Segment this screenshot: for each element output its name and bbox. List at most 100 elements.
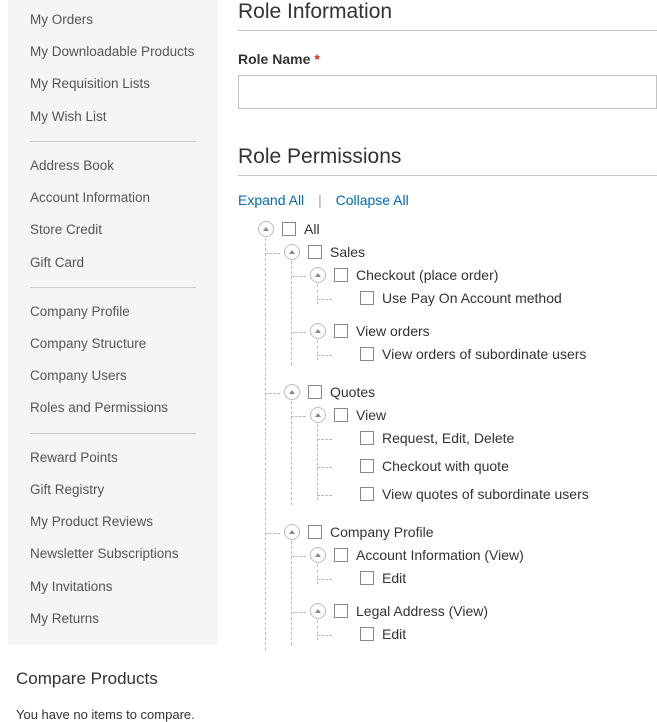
tree-node: Company Profile Account Information (View… bbox=[284, 518, 657, 658]
collapse-all-link[interactable]: Collapse All bbox=[336, 192, 409, 208]
compare-products-block: Compare Products You have no items to co… bbox=[8, 645, 218, 722]
sidebar-item[interactable]: My Requisition Lists bbox=[8, 68, 218, 100]
expand-toggle[interactable] bbox=[310, 603, 326, 619]
expand-toggle[interactable] bbox=[284, 524, 300, 540]
permission-checkbox[interactable] bbox=[360, 291, 374, 305]
permission-checkbox[interactable] bbox=[334, 408, 348, 422]
permission-label: View orders bbox=[356, 322, 430, 340]
sidebar-item[interactable]: Company Profile bbox=[8, 296, 218, 328]
tree-node-row: View orders of subordinate users bbox=[336, 345, 657, 363]
permission-checkbox[interactable] bbox=[308, 525, 322, 539]
permission-label: Checkout (place order) bbox=[356, 266, 498, 284]
permission-checkbox[interactable] bbox=[360, 571, 374, 585]
sidebar-item[interactable]: Reward Points bbox=[8, 442, 218, 474]
tree-children: Account Information (View)EditLegal Addr… bbox=[284, 541, 657, 653]
main-content: Role Information Role Name* Role Permiss… bbox=[218, 0, 657, 674]
tree-node-row: Quotes bbox=[284, 383, 657, 401]
tree-root-node: AllSalesCheckout (place order)Use Pay On… bbox=[258, 220, 657, 658]
sidebar-item[interactable]: Gift Registry bbox=[8, 474, 218, 506]
expand-all-link[interactable]: Expand All bbox=[238, 192, 304, 208]
tree-children: View Request, Edit, Delete Checkout with q… bbox=[284, 401, 657, 513]
tree-node: Request, Edit, Delete bbox=[336, 424, 657, 452]
tree-node: View orders View orders of subordinate us… bbox=[310, 317, 657, 373]
required-indicator: * bbox=[314, 51, 319, 67]
permission-label: Checkout with quote bbox=[382, 457, 509, 475]
expand-toggle[interactable] bbox=[310, 323, 326, 339]
tree-node: Edit bbox=[336, 620, 657, 648]
expand-toggle[interactable] bbox=[310, 547, 326, 563]
sidebar-item[interactable]: Roles and Permissions bbox=[8, 392, 218, 424]
expand-toggle[interactable] bbox=[310, 267, 326, 283]
tree-children: Checkout (place order) Use Pay On Account… bbox=[284, 261, 657, 373]
sidebar-item[interactable]: Gift Card bbox=[8, 247, 218, 279]
tree-node-row: Edit bbox=[336, 569, 657, 587]
sidebar-item[interactable]: Company Structure bbox=[8, 328, 218, 360]
permission-checkbox[interactable] bbox=[308, 385, 322, 399]
tree-node: Quotes View Request, Edit, Delete Checkout … bbox=[284, 378, 657, 518]
chevron-up-icon bbox=[315, 553, 321, 557]
expand-toggle[interactable] bbox=[284, 244, 300, 260]
permission-checkbox[interactable] bbox=[334, 324, 348, 338]
tree-children: View orders of subordinate users bbox=[310, 340, 657, 368]
chevron-up-icon bbox=[315, 413, 321, 417]
expand-toggle[interactable] bbox=[284, 384, 300, 400]
permission-checkbox[interactable] bbox=[334, 548, 348, 562]
role-permissions-heading: Role Permissions bbox=[238, 145, 657, 176]
toggle-spacer bbox=[336, 290, 352, 306]
chevron-up-icon bbox=[289, 250, 295, 254]
permission-checkbox[interactable] bbox=[334, 604, 348, 618]
tree-node-row: All bbox=[258, 220, 657, 238]
role-information-heading: Role Information bbox=[238, 0, 657, 31]
chevron-up-icon bbox=[315, 273, 321, 277]
tree-node: Checkout (place order) Use Pay On Account… bbox=[310, 261, 657, 317]
tree-children: Use Pay On Account method bbox=[310, 284, 657, 312]
sidebar-item[interactable]: My Orders bbox=[8, 4, 218, 36]
permission-checkbox[interactable] bbox=[308, 245, 322, 259]
permission-label: Edit bbox=[382, 625, 406, 643]
sidebar-item[interactable]: Account Information bbox=[8, 182, 218, 214]
separator: | bbox=[318, 192, 322, 208]
sidebar-item[interactable]: My Wish List bbox=[8, 101, 218, 133]
permission-checkbox[interactable] bbox=[360, 459, 374, 473]
sidebar-item[interactable]: My Product Reviews bbox=[8, 506, 218, 538]
permission-checkbox[interactable] bbox=[360, 487, 374, 501]
sidebar-item[interactable]: Address Book bbox=[8, 150, 218, 182]
expand-toggle[interactable] bbox=[310, 407, 326, 423]
compare-empty-text: You have no items to compare. bbox=[16, 707, 218, 722]
sidebar-item[interactable]: Newsletter Subscriptions bbox=[8, 538, 218, 570]
tree-node: Use Pay On Account method bbox=[336, 284, 657, 312]
permission-label: Use Pay On Account method bbox=[382, 289, 562, 307]
permission-checkbox[interactable] bbox=[360, 347, 374, 361]
permission-label: View quotes of subordinate users bbox=[382, 485, 589, 503]
permission-label: View bbox=[356, 406, 386, 424]
sidebar-divider bbox=[30, 141, 196, 142]
sidebar-item[interactable]: Company Users bbox=[8, 360, 218, 392]
permission-label: Quotes bbox=[330, 383, 375, 401]
sidebar-divider bbox=[30, 433, 196, 434]
tree-node: Legal Address (View)Edit bbox=[310, 597, 657, 653]
compare-title: Compare Products bbox=[16, 669, 218, 689]
tree-children: SalesCheckout (place order)Use Pay On Ac… bbox=[258, 238, 657, 658]
tree-children: Edit bbox=[310, 620, 657, 648]
sidebar-item[interactable]: My Returns bbox=[8, 603, 218, 635]
tree-children: Request, Edit, Delete Checkout with quote… bbox=[310, 424, 657, 508]
role-name-input[interactable] bbox=[238, 75, 657, 109]
sidebar-item[interactable]: My Invitations bbox=[8, 571, 218, 603]
toggle-spacer bbox=[336, 626, 352, 642]
permission-label: All bbox=[304, 220, 320, 238]
toggle-spacer bbox=[336, 346, 352, 362]
sidebar-item[interactable]: My Downloadable Products bbox=[8, 36, 218, 68]
expand-toggle[interactable] bbox=[258, 221, 274, 237]
permission-checkbox[interactable] bbox=[360, 431, 374, 445]
permission-checkbox[interactable] bbox=[282, 222, 296, 236]
tree-node: View Request, Edit, Delete Checkout with q… bbox=[310, 401, 657, 513]
sidebar-item[interactable]: Store Credit bbox=[8, 214, 218, 246]
permission-checkbox[interactable] bbox=[334, 268, 348, 282]
permission-label: Company Profile bbox=[330, 523, 434, 541]
tree-node-row: View bbox=[310, 406, 657, 424]
permission-label: Account Information (View) bbox=[356, 546, 524, 564]
tree-node-row: Request, Edit, Delete bbox=[336, 429, 657, 447]
tree-node-row: Use Pay On Account method bbox=[336, 289, 657, 307]
permission-checkbox[interactable] bbox=[360, 627, 374, 641]
tree-node: View orders of subordinate users bbox=[336, 340, 657, 368]
